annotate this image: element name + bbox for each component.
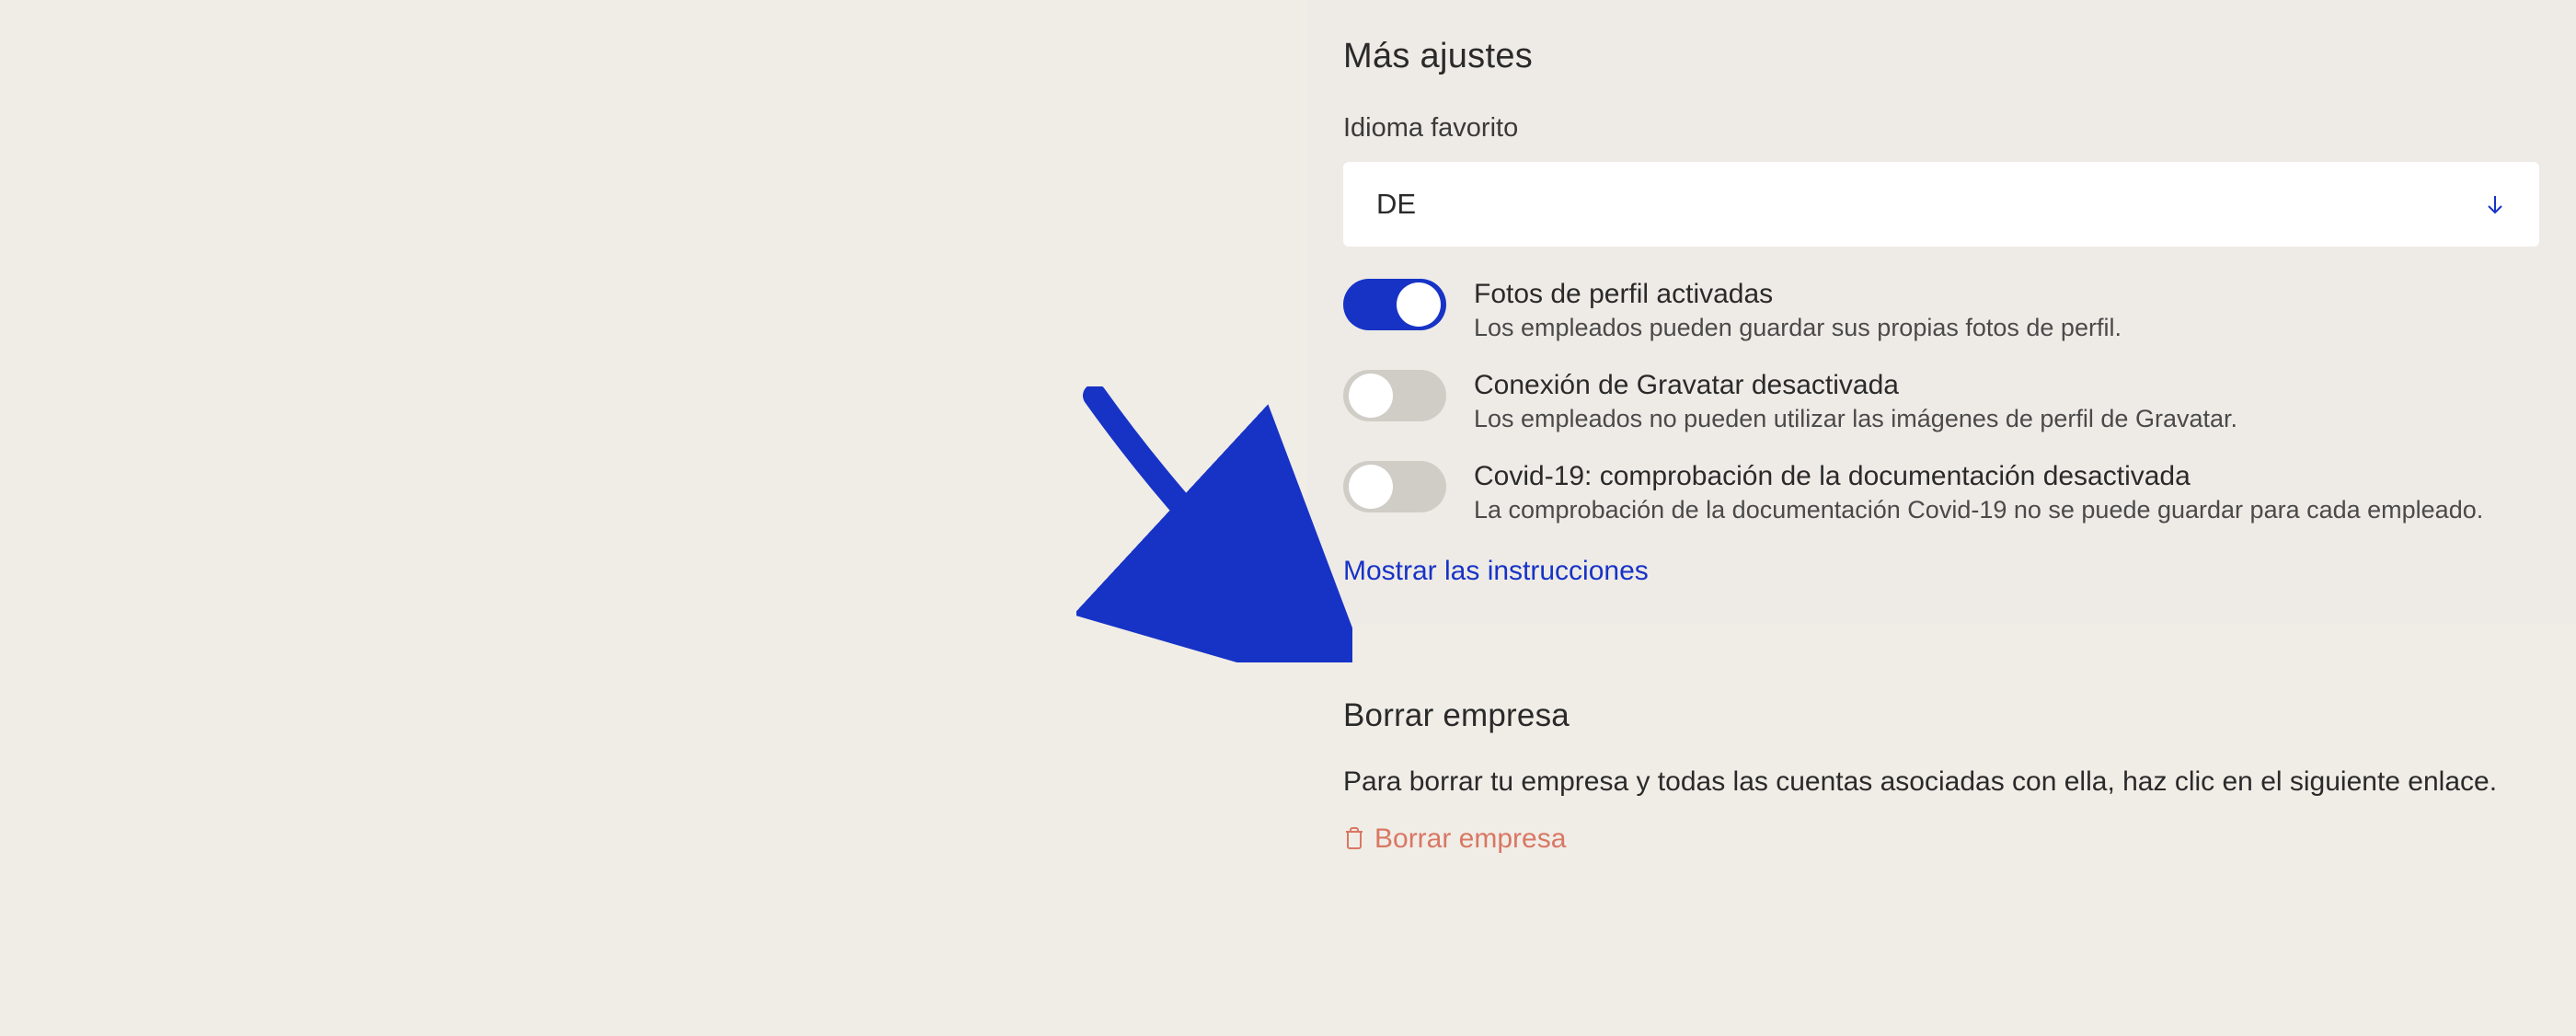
more-settings-title: Más ajustes [1343, 37, 2539, 76]
toggle-title-profile-photos: Fotos de perfil activadas [1474, 279, 2122, 310]
language-label: Idioma favorito [1343, 113, 2539, 144]
toggle-profile-photos[interactable] [1343, 279, 1446, 330]
delete-company-link[interactable]: Borrar empresa [1343, 823, 1566, 855]
more-settings-card: Más ajustes Idioma favorito DE Fotos de … [1306, 0, 2576, 624]
delete-company-section: Borrar empresa Para borrar tu empresa y … [1306, 670, 2576, 884]
show-instructions-link[interactable]: Mostrar las instrucciones [1343, 556, 1649, 587]
toggle-gravatar[interactable] [1343, 370, 1446, 421]
toggle-title-gravatar: Conexión de Gravatar desactivada [1474, 370, 2237, 401]
toggle-desc-covid: La comprobación de la documentación Covi… [1474, 496, 2483, 524]
toggle-desc-profile-photos: Los empleados pueden guardar sus propias… [1474, 314, 2122, 342]
language-value: DE [1376, 188, 1416, 221]
delete-company-link-label: Borrar empresa [1374, 823, 1566, 855]
toggle-title-covid: Covid-19: comprobación de la documentaci… [1474, 461, 2483, 492]
toggle-desc-gravatar: Los empleados no pueden utilizar las imá… [1474, 405, 2237, 433]
delete-company-body: Para borrar tu empresa y todas las cuent… [1343, 766, 2539, 798]
delete-company-title: Borrar empresa [1343, 697, 2539, 734]
toggle-covid[interactable] [1343, 461, 1446, 512]
toggle-row-profile-photos: Fotos de perfil activadas Los empleados … [1343, 279, 2539, 342]
arrow-down-icon [2484, 193, 2506, 215]
trash-icon [1343, 826, 1365, 852]
toggle-row-covid: Covid-19: comprobación de la documentaci… [1343, 461, 2539, 524]
language-select[interactable]: DE [1343, 162, 2539, 247]
toggle-row-gravatar: Conexión de Gravatar desactivada Los emp… [1343, 370, 2539, 433]
